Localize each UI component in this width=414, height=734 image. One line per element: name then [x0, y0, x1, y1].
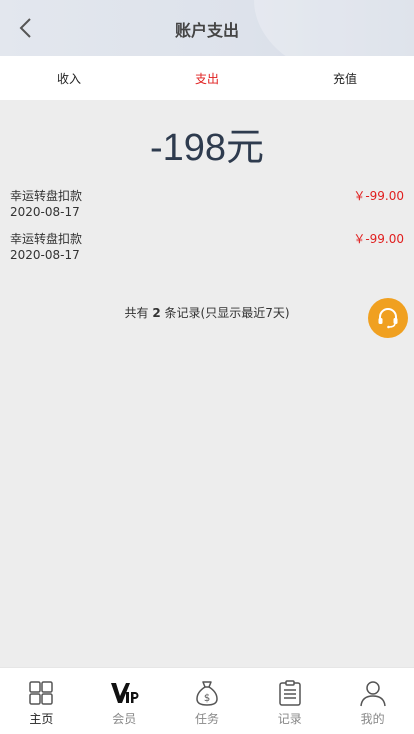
nav-records[interactable]: 记录: [248, 668, 331, 734]
summary-suffix: 条记录(只显示最近7天): [164, 306, 290, 320]
headset-icon: [378, 308, 398, 329]
tab-income[interactable]: 收入: [0, 56, 138, 100]
nav-vip-label: 会员: [112, 712, 137, 726]
record-date: 2020-08-17: [10, 248, 80, 262]
nav-home[interactable]: 主页: [0, 668, 83, 734]
money-bag-icon: $: [196, 681, 218, 706]
total-amount: -198元: [149, 127, 265, 169]
list-item: 幸运转盘扣款 2020-08-17 ￥-99.00: [0, 188, 414, 231]
customer-service-button[interactable]: [368, 298, 408, 338]
bottom-nav: 主页 会员 $ 任务 记录 我的: [0, 667, 414, 734]
record-amount: ￥-99.00: [353, 189, 404, 203]
record-summary: 共有 2 条记录(只显示最近7天): [0, 304, 414, 321]
tab-expense[interactable]: 支出: [138, 56, 276, 100]
nav-profile[interactable]: 我的: [331, 668, 414, 734]
top-bar: 账户支出: [0, 0, 414, 56]
tab-recharge[interactable]: 充值: [276, 56, 414, 100]
record-date: 2020-08-17: [10, 205, 80, 219]
summary-count: 2: [152, 306, 161, 320]
user-icon: [359, 681, 386, 707]
nav-vip[interactable]: 会员: [83, 668, 166, 734]
record-title: 幸运转盘扣款: [10, 189, 83, 203]
record-amount: ￥-99.00: [353, 232, 404, 246]
nav-task-label: 任务: [194, 712, 219, 726]
vip-icon: [111, 683, 139, 703]
tab-bar: 收入 支出 充值: [0, 56, 414, 100]
summary-prefix: 共有: [124, 306, 149, 320]
record-list: 幸运转盘扣款 2020-08-17 ￥-99.00 幸运转盘扣款 2020-08…: [0, 188, 414, 274]
nav-profile-label: 我的: [360, 712, 385, 726]
page-title: 账户支出: [174, 21, 239, 40]
record-title: 幸运转盘扣款: [10, 232, 83, 246]
list-item: 幸运转盘扣款 2020-08-17 ￥-99.00: [0, 231, 414, 274]
clipboard-icon: [279, 680, 301, 706]
nav-task[interactable]: $ 任务: [166, 668, 249, 734]
grid-icon: [29, 681, 54, 705]
svg-text:$: $: [204, 693, 210, 704]
nav-records-label: 记录: [277, 712, 302, 726]
nav-home-label: 主页: [29, 712, 54, 726]
